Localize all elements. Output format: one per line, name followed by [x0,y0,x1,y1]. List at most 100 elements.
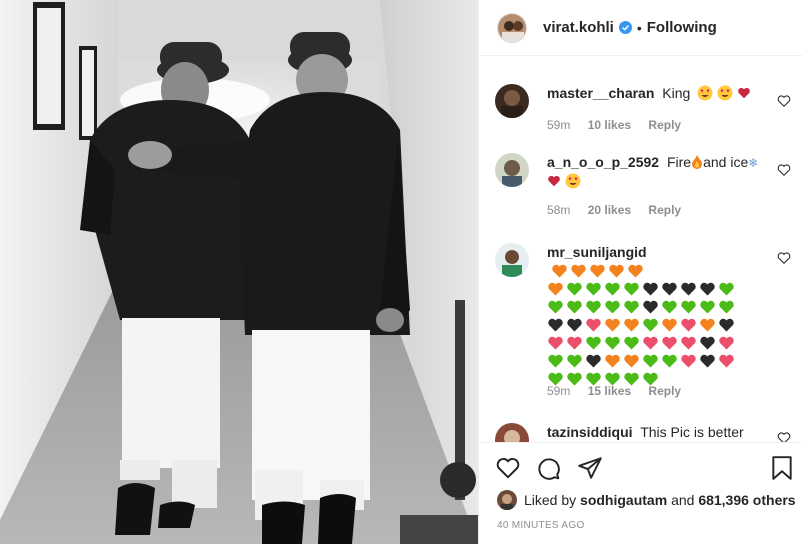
emoji-heart-icon [605,336,620,350]
comment-body: tazinsiddiqui This Pic is better [547,423,779,441]
emoji-heart-icon [662,318,677,332]
comment-bubble-icon[interactable] [535,455,561,481]
comment-text: King [662,85,691,101]
comment-time[interactable]: 59m [547,118,570,132]
comment-meta: 59m 15 likes Reply [547,384,695,398]
emoji-heart-icon [624,318,639,332]
emoji-heart-icon [681,336,696,350]
emoji-heart-icon [700,318,715,332]
emoji-heart-icon [548,336,563,350]
like-heart-icon[interactable] [495,455,521,481]
emoji-heart-icon [662,300,677,314]
emoji-heart-icon [662,282,677,296]
reply-button[interactable]: Reply [648,203,681,217]
comment-body: mr_suniljangid [547,243,779,389]
share-paper-plane-icon[interactable] [577,455,603,481]
emoji-heart-icon [624,300,639,314]
emoji-heart-icon [586,336,601,350]
comments-list[interactable]: master__charan King 59m 10 likes Reply a… [479,57,802,442]
emoji-heart-icon [590,264,605,278]
comment-like-heart-icon[interactable] [777,431,791,442]
emoji-heart-icon [567,300,582,314]
comment-likes[interactable]: 20 likes [588,203,631,217]
emoji-hearts-grid [547,263,737,389]
emoji-heart-icon [643,336,658,350]
comment-item: tazinsiddiqui This Pic is better [495,423,795,442]
comment-likes[interactable]: 15 likes [588,384,631,398]
emoji-heart-icon [548,300,563,314]
emoji-heart-icon [643,318,658,332]
emoji-heart-icon [681,282,696,296]
emoji-heart-row [547,353,737,371]
emoji-heart-icon [700,282,715,296]
emoji-heart-icon [719,318,734,332]
emoji-heart-icon [586,300,601,314]
liker-avatar[interactable] [497,490,517,510]
comment-likes[interactable]: 10 likes [588,118,631,132]
comment-time[interactable]: 59m [547,384,570,398]
emoji-heart-icon [643,354,658,368]
comment-time[interactable]: 58m [547,203,570,217]
separator-dot: • [636,19,642,36]
comment-avatar[interactable] [495,423,529,442]
comment-username[interactable]: a_n_o_o_p_2592 [547,154,659,170]
liker-username[interactable]: sodhigautam [580,492,667,508]
emoji-heart-icon [624,282,639,296]
comment-avatar[interactable] [495,243,529,277]
emoji-heart-icon [681,318,696,332]
emoji-heart-icon [662,354,677,368]
emoji-heart-row [547,335,737,353]
emoji-heart-icon [605,318,620,332]
emoji-heart-icon [567,336,582,350]
post-header: virat.kohli • Following [479,0,802,56]
emoji-heart-icon [624,336,639,350]
post-photo[interactable] [0,0,478,544]
author-username[interactable]: virat.kohli [543,19,614,36]
emoji-heart-row [547,281,737,299]
comment-item: a_n_o_o_p_2592 Fire and ice❄ 58m 20 likes… [495,153,795,233]
comment-like-heart-icon[interactable] [777,251,791,265]
post-sidebar: virat.kohli • Following master__charan K… [478,0,802,544]
comment-text-2: and ice [703,154,749,170]
likes-count[interactable]: 681,396 others [698,492,795,508]
emoji-heart-icon [700,354,715,368]
comment-avatar[interactable] [495,84,529,118]
emoji-heart-eyes-icon [694,85,737,101]
emoji-heart-icon [719,336,734,350]
emoji-heart-icon [628,264,643,278]
liked-by-prefix: Liked by [524,492,577,508]
emoji-heart-eyes-icon [565,173,581,189]
emoji-red-heart-icon [547,173,561,189]
comment-meta: 58m 20 likes Reply [547,203,695,217]
comment-body: a_n_o_o_p_2592 Fire and ice❄ [547,153,779,190]
emoji-heart-icon [567,354,582,368]
emoji-heart-icon [586,354,601,368]
emoji-heart-icon [624,354,639,368]
emoji-heart-icon [681,300,696,314]
comment-item: master__charan King 59m 10 likes Reply [495,84,795,164]
comment-username[interactable]: tazinsiddiqui [547,424,633,440]
author-avatar[interactable] [497,12,527,43]
emoji-heart-icon [586,282,601,296]
following-button[interactable]: Following [647,19,717,36]
emoji-heart-icon [662,336,677,350]
save-bookmark-icon[interactable] [769,455,795,481]
emoji-heart-icon [643,282,658,296]
comment-username[interactable]: master__charan [547,85,654,101]
comment-like-heart-icon[interactable] [777,94,791,108]
reply-button[interactable]: Reply [648,118,681,132]
emoji-snowflake-icon: ❄ [748,156,759,170]
emoji-heart-icon [643,300,658,314]
emoji-heart-icon [548,282,563,296]
emoji-heart-icon [609,264,624,278]
liked-by: Liked by sodhigautam and 681,396 others [497,490,796,510]
comment-avatar[interactable] [495,153,529,187]
emoji-fire-icon [691,154,703,170]
post-image [0,0,478,544]
post-timestamp[interactable]: 40 MINUTES AGO [497,520,585,531]
liked-by-and: and [671,492,695,508]
reply-button[interactable]: Reply [648,384,681,398]
emoji-heart-row [551,263,646,281]
comment-username[interactable]: mr_suniljangid [547,244,647,260]
comment-like-heart-icon[interactable] [777,163,791,177]
